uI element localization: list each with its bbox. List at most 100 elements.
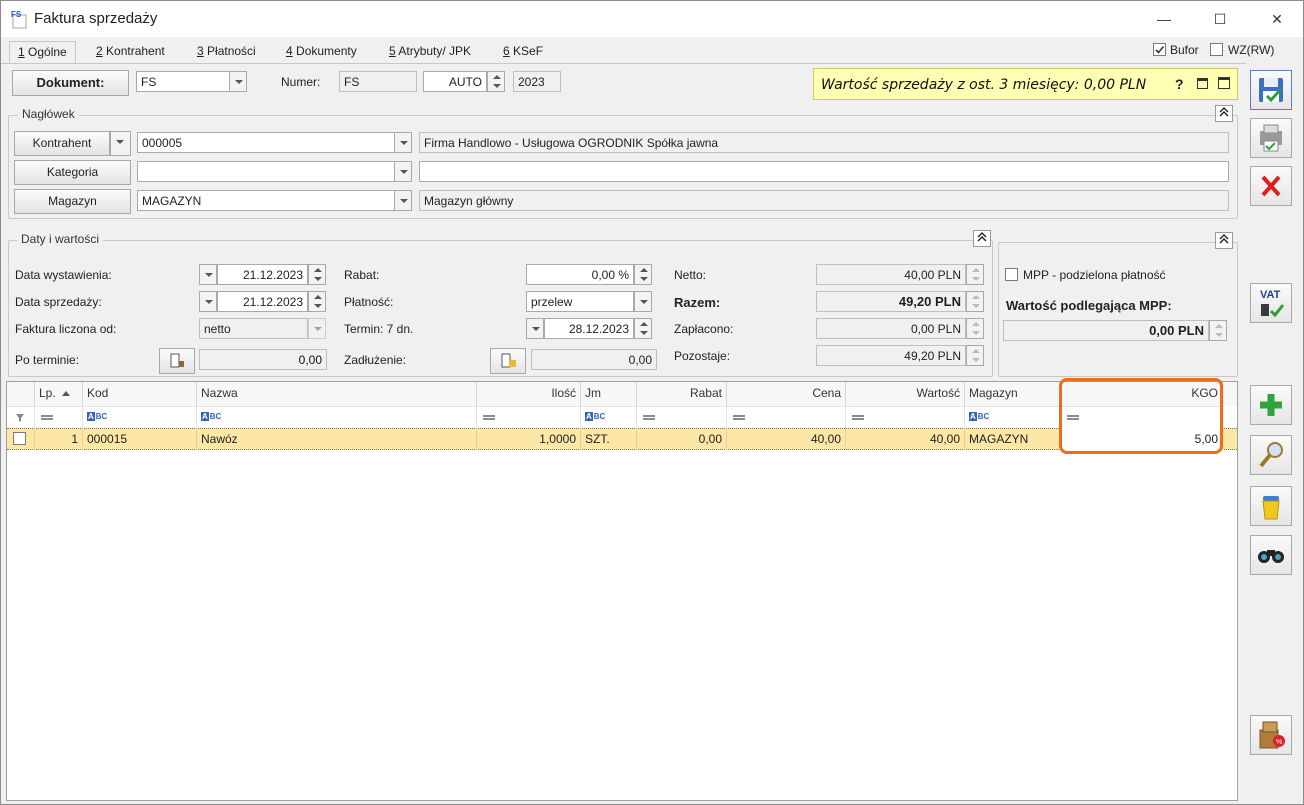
kontrahent-button[interactable]: Kontrahent — [14, 131, 110, 156]
delete-button[interactable] — [1250, 486, 1292, 526]
tab-platnosci[interactable]: 3 Płatności — [197, 44, 256, 58]
filter-ilosc[interactable] — [477, 406, 581, 428]
kontrahent-code-field[interactable]: 000005 — [137, 132, 395, 153]
minimize-button[interactable]: — — [1148, 7, 1180, 31]
svg-text:FS: FS — [11, 10, 22, 19]
rabat-spinner[interactable] — [634, 264, 652, 285]
sort-asc-icon — [61, 391, 70, 396]
kontrahent-code-dropdown[interactable] — [394, 132, 412, 153]
payment-history-icon — [170, 353, 184, 368]
numer-prefix-field: FS — [339, 71, 417, 92]
magazyn-code-field[interactable]: MAGAZYN — [137, 190, 395, 211]
trash-bin-icon — [1262, 496, 1280, 520]
mpp-value-label: Wartość podlegająca MPP: — [1006, 298, 1172, 313]
termin-field[interactable]: 28.12.2023 — [544, 318, 634, 339]
magazyn-button[interactable]: Magazyn — [14, 189, 131, 214]
mpp-collapse-button[interactable] — [1215, 232, 1233, 249]
mpp-checkbox-label: MPP - podzielona płatność — [1023, 268, 1166, 282]
wz-rw-checkbox[interactable] — [1210, 43, 1223, 56]
document-type-select[interactable]: FS — [136, 71, 230, 92]
data-wystawienia-field[interactable]: 21.12.2023 — [217, 264, 308, 285]
header-spacer — [1223, 382, 1237, 406]
document-type-dropdown-arrow[interactable] — [229, 71, 247, 92]
daty-collapse-button[interactable] — [973, 230, 991, 247]
kategoria-code-field[interactable] — [137, 161, 395, 182]
help-icon[interactable]: ? — [1175, 76, 1184, 92]
invoice-window: FS Faktura sprzedaży — ☐ ✕ 1 Ogólne 2 Ko… — [0, 0, 1304, 805]
rabat-field[interactable]: 0,00 % — [526, 264, 634, 285]
bufor-checkbox[interactable] — [1153, 43, 1166, 56]
kategoria-button[interactable]: Kategoria — [14, 160, 131, 185]
restore-panel-icon[interactable] — [1197, 78, 1208, 89]
col-header-rabat[interactable]: Rabat — [637, 382, 727, 406]
floppy-save-icon — [1259, 78, 1283, 103]
data-sprzedazy-field[interactable]: 21.12.2023 — [217, 291, 308, 312]
close-red-x-icon — [1261, 175, 1281, 197]
row-checkbox[interactable] — [13, 432, 26, 445]
save-button[interactable] — [1250, 70, 1292, 110]
po-terminie-button[interactable] — [159, 348, 195, 374]
data-sprzedazy-spinner[interactable] — [308, 291, 326, 312]
numer-auto-field[interactable]: AUTO — [423, 71, 487, 92]
tab-kontrahent[interactable]: 2 Kontrahent — [96, 44, 165, 58]
numer-spinner[interactable] — [487, 71, 505, 92]
search-button[interactable] — [1250, 535, 1292, 575]
tab-atrybuty-jpk[interactable]: 5 Atrybuty/ JPK — [389, 44, 471, 58]
col-header-ilosc[interactable]: Ilość — [477, 382, 581, 406]
platnosc-dropdown[interactable] — [634, 291, 652, 312]
kontrahent-menu-arrow[interactable] — [110, 131, 131, 156]
netto-label: Netto: — [674, 268, 707, 282]
data-sprzedazy-calendar[interactable] — [199, 291, 217, 312]
filter-lp[interactable] — [35, 406, 83, 428]
binoculars-icon — [1258, 550, 1284, 563]
col-header-nazwa[interactable]: Nazwa — [197, 382, 477, 406]
zadluzenie-button[interactable] — [490, 348, 526, 374]
select-all-header[interactable] — [7, 382, 35, 406]
kategoria-description-field[interactable] — [419, 161, 1229, 182]
data-wystawienia-calendar[interactable] — [199, 264, 217, 285]
termin-calendar[interactable] — [526, 318, 544, 339]
kategoria-dropdown[interactable] — [394, 161, 412, 182]
filter-rabat[interactable] — [637, 406, 727, 428]
data-wystawienia-spinner[interactable] — [308, 264, 326, 285]
add-item-button[interactable] — [1250, 385, 1292, 425]
col-header-cena[interactable]: Cena — [727, 382, 846, 406]
filter-nazwa[interactable]: A BC — [197, 406, 477, 428]
col-header-wartosc[interactable]: Wartość — [846, 382, 965, 406]
filter-cena[interactable] — [727, 406, 846, 428]
filter-wartosc[interactable] — [846, 406, 965, 428]
preview-button[interactable] — [1250, 435, 1292, 475]
magnifier-icon — [1259, 442, 1283, 468]
vat-button[interactable]: VAT — [1250, 283, 1292, 323]
cell-lp: 1 — [35, 428, 83, 450]
data-sprzedazy-label: Data sprzedaży: — [15, 295, 102, 309]
col-header-lp[interactable]: Lp. — [35, 382, 83, 406]
filter-kod[interactable]: A BC — [83, 406, 197, 428]
maximize-button[interactable]: ☐ — [1204, 7, 1236, 31]
dokument-button[interactable]: Dokument: — [12, 70, 129, 96]
col-header-kod[interactable]: Kod — [83, 382, 197, 406]
tab-dokumenty[interactable]: 4 Dokumenty — [286, 44, 357, 58]
filter-magazyn[interactable]: A BC — [965, 406, 1061, 428]
pozostaje-spinner — [966, 345, 984, 366]
filter-icon-cell[interactable] — [7, 406, 35, 428]
mpp-checkbox[interactable] — [1005, 268, 1018, 281]
save-approve-button[interactable] — [1250, 118, 1292, 158]
platnosc-select[interactable]: przelew — [526, 291, 634, 312]
zaplacono-spinner — [966, 318, 984, 339]
netto-field: 40,00 PLN — [816, 264, 966, 285]
cancel-button[interactable] — [1250, 166, 1292, 206]
row-select-cell[interactable] — [7, 428, 35, 450]
tab-ksef[interactable]: 6 KSeF — [503, 44, 543, 58]
cell-kod: 000015 — [83, 428, 197, 450]
col-header-jm[interactable]: Jm — [581, 382, 637, 406]
magazyn-dropdown[interactable] — [394, 190, 412, 211]
col-header-magazyn[interactable]: Magazyn — [965, 382, 1061, 406]
maximize-panel-icon[interactable] — [1218, 77, 1230, 89]
termin-spinner[interactable] — [634, 318, 652, 339]
tab-ogolne[interactable]: 1 Ogólne — [9, 41, 76, 63]
naglowek-collapse-button[interactable] — [1215, 105, 1233, 122]
promotions-button[interactable]: % — [1250, 715, 1292, 755]
close-button[interactable]: ✕ — [1261, 7, 1293, 31]
filter-jm[interactable]: A BC — [581, 406, 637, 428]
